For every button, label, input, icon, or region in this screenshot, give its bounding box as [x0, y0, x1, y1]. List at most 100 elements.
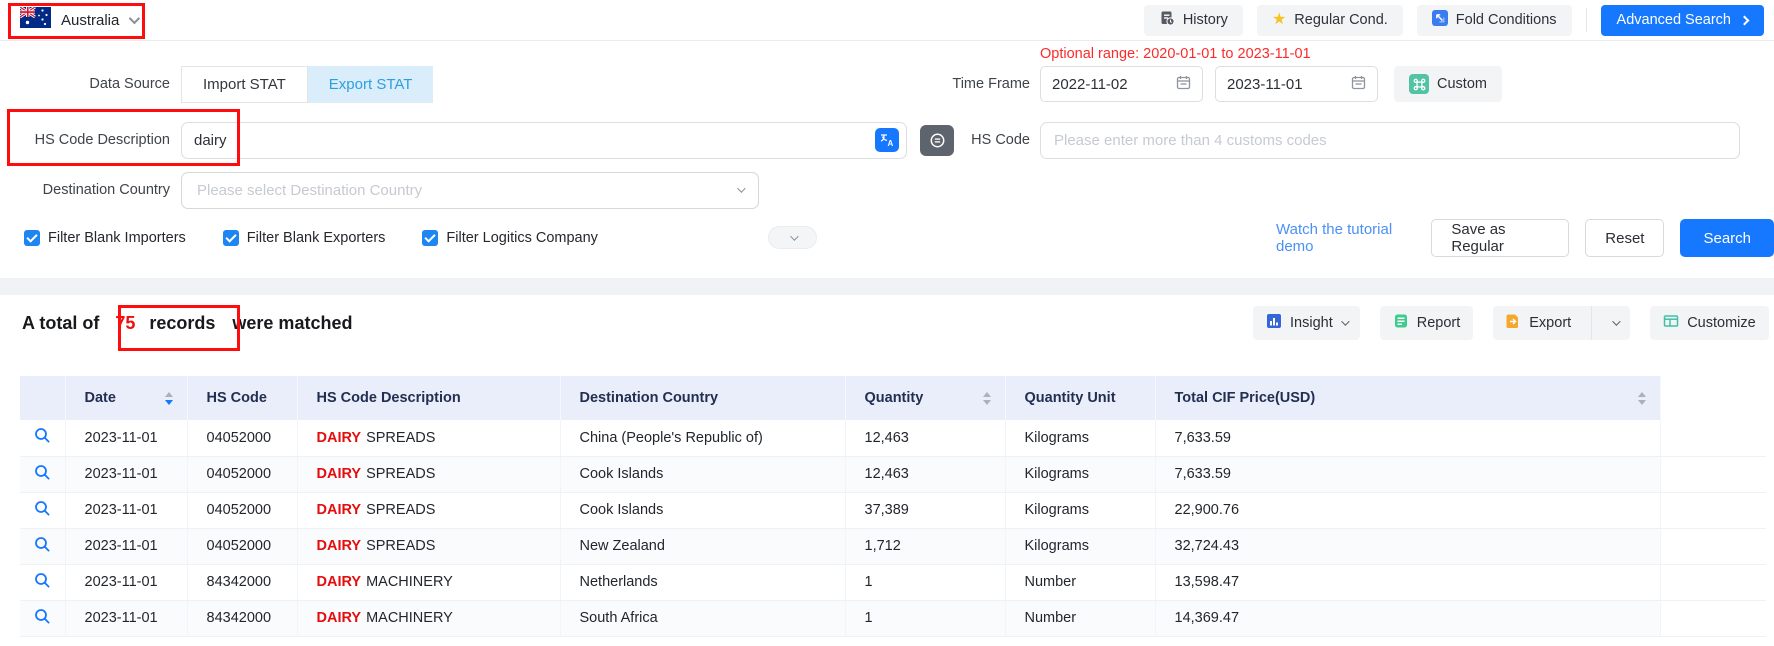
export-dropdown-button[interactable]: [1600, 306, 1630, 340]
regular-cond-label: Regular Cond.: [1294, 12, 1388, 28]
hs-code-input[interactable]: [1040, 122, 1740, 159]
import-stat-tab[interactable]: Import STAT: [181, 66, 308, 103]
cell-hs-code: 84342000: [187, 564, 297, 600]
fold-conditions-button[interactable]: Fold Conditions: [1417, 5, 1572, 36]
chevron-down-icon: [129, 13, 140, 24]
cell-quantity-unit: Kilograms: [1005, 492, 1155, 528]
cell-quantity: 12,463: [845, 456, 1005, 492]
report-button[interactable]: Report: [1380, 306, 1474, 340]
filter-label: Filter Logitics Company: [446, 230, 598, 246]
cell-destination-country: South Africa: [560, 600, 845, 636]
cell-total-cif: 22,900.76: [1155, 492, 1660, 528]
sort-icon-date[interactable]: [165, 392, 173, 405]
export-button[interactable]: Export: [1493, 313, 1583, 333]
calendar-icon: [1176, 75, 1191, 94]
cell-hs-code: 04052000: [187, 456, 297, 492]
customize-button[interactable]: Customize: [1650, 306, 1769, 340]
checkbox-checked-icon: [24, 230, 40, 246]
header-date[interactable]: Date: [65, 376, 187, 420]
table-row: 2023-11-01 84342000 DAIRYMACHINERY Nethe…: [20, 564, 1766, 600]
custom-range-button[interactable]: Custom: [1394, 66, 1502, 102]
regular-cond-button[interactable]: ★ Regular Cond.: [1257, 5, 1403, 36]
sort-icon-total-cif[interactable]: [1638, 392, 1646, 405]
section-divider: [0, 278, 1774, 295]
cell-date: 2023-11-01: [65, 600, 187, 636]
date-from-input[interactable]: 2022-11-02: [1040, 66, 1203, 102]
export-button-group: Export: [1493, 306, 1630, 340]
history-button[interactable]: History: [1144, 5, 1243, 36]
report-icon: [1393, 313, 1409, 333]
filter-logistics-company-checkbox[interactable]: Filter Logitics Company: [422, 230, 598, 246]
header-hs-code[interactable]: HS Code: [187, 376, 297, 420]
date-to-value: 2023-11-01: [1227, 76, 1303, 93]
cell-hs-code: 04052000: [187, 420, 297, 456]
summary-suffix: were matched: [232, 313, 352, 334]
header-total-cif[interactable]: Total CIF Price(USD): [1155, 376, 1660, 420]
destination-label: Destination Country: [22, 182, 170, 198]
export-stat-tab[interactable]: Export STAT: [308, 66, 434, 103]
cell-quantity: 12,463: [845, 420, 1005, 456]
destination-row: Destination Country Please select Destin…: [22, 170, 759, 210]
country-selector[interactable]: Australia: [20, 7, 137, 33]
header-blank-col: [1660, 376, 1766, 420]
sort-icon-quantity[interactable]: [983, 392, 991, 405]
cell-hs-desc: DAIRYSPREADS: [297, 456, 560, 492]
chevron-down-icon: [790, 232, 798, 240]
cell-hs-code: 04052000: [187, 492, 297, 528]
advanced-search-button[interactable]: Advanced Search: [1601, 5, 1764, 36]
results-summary: A total of 75 records were matched: [22, 313, 352, 334]
cell-date: 2023-11-01: [65, 456, 187, 492]
search-button[interactable]: Search: [1680, 219, 1774, 257]
destination-country-select[interactable]: Please select Destination Country: [181, 172, 759, 209]
insight-button[interactable]: Insight: [1253, 306, 1360, 340]
view-detail-icon[interactable]: [34, 572, 51, 589]
cell-destination-country: Netherlands: [560, 564, 845, 600]
header-quantity-unit[interactable]: Quantity Unit: [1005, 376, 1155, 420]
filter-blank-exporters-checkbox[interactable]: Filter Blank Exporters: [223, 230, 386, 246]
tutorial-demo-link[interactable]: Watch the tutorial demo: [1276, 221, 1415, 255]
cell-quantity: 37,389: [845, 492, 1005, 528]
cell-destination-country: China (People's Republic of): [560, 420, 845, 456]
cell-total-cif: 7,633.59: [1155, 456, 1660, 492]
header-quantity[interactable]: Quantity: [845, 376, 1005, 420]
cell-total-cif: 7,633.59: [1155, 420, 1660, 456]
top-bar: Australia History ★ Regular Cond.: [0, 0, 1774, 41]
date-to-input[interactable]: 2023-11-01: [1215, 66, 1378, 102]
header-icon-col: [20, 376, 65, 420]
header-hs-desc[interactable]: HS Code Description: [297, 376, 560, 420]
cell-destination-country: Cook Islands: [560, 456, 845, 492]
cell-total-cif: 32,724.43: [1155, 528, 1660, 564]
filter-blank-importers-checkbox[interactable]: Filter Blank Importers: [24, 230, 186, 246]
cell-date: 2023-11-01: [65, 492, 187, 528]
reset-button[interactable]: Reset: [1585, 219, 1664, 257]
view-detail-icon[interactable]: [34, 536, 51, 553]
cell-hs-code: 84342000: [187, 600, 297, 636]
cell-quantity-unit: Number: [1005, 564, 1155, 600]
hs-desc-label: HS Code Description: [22, 132, 170, 148]
divider: [1591, 306, 1592, 340]
record-count: 75: [115, 313, 135, 334]
table-header: Date HS Code HS Code Description Destina…: [20, 376, 1766, 420]
hs-desc-input[interactable]: [182, 132, 875, 149]
view-detail-icon[interactable]: [34, 427, 51, 444]
cell-date: 2023-11-01: [65, 528, 187, 564]
view-detail-icon[interactable]: [34, 500, 51, 517]
star-icon: ★: [1272, 12, 1286, 28]
data-source-row: Data Source Import STAT Export STAT: [22, 64, 433, 104]
insight-icon: [1266, 313, 1282, 333]
export-icon: [1505, 313, 1521, 333]
advanced-search-label: Advanced Search: [1617, 12, 1731, 28]
save-as-regular-button[interactable]: Save as Regular: [1431, 219, 1569, 257]
table-row: 2023-11-01 04052000 DAIRYSPREADS China (…: [20, 420, 1766, 456]
custom-label: Custom: [1437, 76, 1487, 92]
view-detail-icon[interactable]: [34, 608, 51, 625]
top-bar-actions: History ★ Regular Cond. Fold Conditions: [1144, 5, 1764, 36]
header-destination[interactable]: Destination Country: [560, 376, 845, 420]
view-detail-icon[interactable]: [34, 464, 51, 481]
collapse-conditions-pill[interactable]: [768, 226, 817, 249]
table-row: 2023-11-01 04052000 DAIRYSPREADS Cook Is…: [20, 456, 1766, 492]
results-table: Date HS Code HS Code Description Destina…: [20, 376, 1766, 637]
summary-unit: records: [149, 313, 215, 334]
cell-quantity-unit: Kilograms: [1005, 528, 1155, 564]
cell-date: 2023-11-01: [65, 420, 187, 456]
